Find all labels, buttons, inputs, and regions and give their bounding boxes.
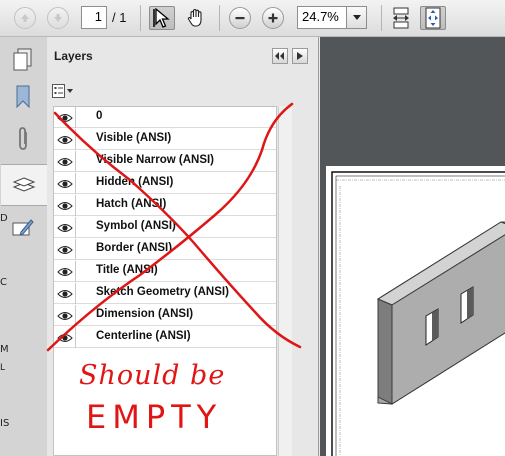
layers-list: 0 Visible (ANSI) Visible Narrow (ANSI) H… xyxy=(53,106,277,456)
layer-name: Centerline (ANSI) xyxy=(96,330,191,342)
zoom-in-button[interactable] xyxy=(262,6,284,30)
layer-name: Border (ANSI) xyxy=(96,242,173,254)
layer-row[interactable]: Centerline (ANSI) xyxy=(54,327,276,348)
layer-name: Hatch (ANSI) xyxy=(96,198,167,210)
edge-char: L xyxy=(0,363,6,373)
page-number-input[interactable]: 1 xyxy=(81,6,107,29)
next-page-button[interactable] xyxy=(47,6,69,30)
layer-name: Visible Narrow (ANSI) xyxy=(96,154,215,166)
separator xyxy=(381,5,382,31)
panel-title: Layers xyxy=(54,49,93,63)
hand-tool-button[interactable] xyxy=(183,6,209,30)
layer-row[interactable]: Visible (ANSI) xyxy=(54,129,276,150)
eye-icon[interactable] xyxy=(54,283,76,304)
layer-name: Hidden (ANSI) xyxy=(96,176,174,188)
layer-name: Visible (ANSI) xyxy=(96,132,172,144)
layer-name: Title (ANSI) xyxy=(96,264,158,276)
navigation-sidebar: D C M L IS xyxy=(0,37,48,456)
layer-name: Symbol (ANSI) xyxy=(96,220,176,232)
cad-drawing-image xyxy=(331,171,505,456)
layer-row[interactable]: Dimension (ANSI) xyxy=(54,305,276,326)
next-page-icon xyxy=(47,7,69,29)
arrow-right-icon xyxy=(297,52,303,60)
eye-icon[interactable] xyxy=(54,129,76,150)
double-arrow-left-icon xyxy=(275,52,284,60)
separator xyxy=(140,5,141,31)
zoom-input[interactable]: 24.7% xyxy=(297,6,347,29)
layer-row[interactable]: 0 xyxy=(54,107,276,128)
bookmarks-icon[interactable] xyxy=(8,82,38,112)
zoom-dropdown-button[interactable] xyxy=(347,6,367,29)
eye-icon[interactable] xyxy=(54,173,76,194)
layers-tab[interactable] xyxy=(1,164,47,206)
layer-row[interactable]: Title (ANSI) xyxy=(54,261,276,282)
layer-name: Sketch Geometry (ANSI) xyxy=(96,286,229,298)
layer-row[interactable]: Hatch (ANSI) xyxy=(54,195,276,216)
layer-row[interactable]: Visible Narrow (ANSI) xyxy=(54,151,276,172)
select-tool-icon xyxy=(153,8,170,28)
eye-icon[interactable] xyxy=(54,261,76,282)
chevron-down-icon xyxy=(352,14,361,20)
layers-icon xyxy=(9,170,39,200)
collapse-panel-button[interactable] xyxy=(272,48,288,64)
hand-tool-icon xyxy=(187,8,202,27)
scrollbar[interactable] xyxy=(278,106,292,456)
prev-page-button[interactable] xyxy=(14,6,36,30)
page-total: / 1 xyxy=(112,10,127,25)
layer-row[interactable]: Border (ANSI) xyxy=(54,239,276,260)
eye-icon[interactable] xyxy=(54,151,76,172)
fit-page-icon xyxy=(425,7,441,29)
pages-icon[interactable] xyxy=(8,45,38,75)
layers-panel: Layers 0 Visible (ANSI) Visible Narrow (… xyxy=(47,37,319,456)
document-view xyxy=(320,37,505,456)
attachments-icon[interactable] xyxy=(8,124,38,154)
select-tool-button[interactable] xyxy=(149,6,175,30)
eye-icon[interactable] xyxy=(54,107,76,128)
layer-name: Dimension (ANSI) xyxy=(96,308,194,320)
separator xyxy=(219,5,220,31)
layer-name: 0 xyxy=(96,110,103,122)
fit-width-button[interactable] xyxy=(388,6,414,30)
eye-icon[interactable] xyxy=(54,305,76,326)
eye-icon[interactable] xyxy=(54,239,76,260)
layer-row[interactable]: Sketch Geometry (ANSI) xyxy=(54,283,276,304)
drawing-page xyxy=(326,166,505,456)
layer-options-button[interactable] xyxy=(52,82,76,100)
layer-row[interactable]: Hidden (ANSI) xyxy=(54,173,276,194)
fit-width-icon xyxy=(393,7,409,29)
layer-row[interactable]: Symbol (ANSI) xyxy=(54,217,276,238)
zoom-out-button[interactable] xyxy=(229,6,251,30)
signatures-icon[interactable] xyxy=(8,213,38,243)
prev-page-icon xyxy=(14,7,36,29)
edge-char: M xyxy=(0,344,9,355)
panel-menu-button[interactable] xyxy=(292,48,308,64)
edge-char: IS xyxy=(0,418,10,429)
fit-page-button[interactable] xyxy=(420,6,446,30)
edge-char: C xyxy=(0,277,7,288)
eye-icon[interactable] xyxy=(54,217,76,238)
options-list-icon xyxy=(52,84,73,98)
eye-icon[interactable] xyxy=(54,327,76,348)
toolbar: 1 / 1 24.7% xyxy=(0,0,505,37)
edge-char: D xyxy=(0,213,8,224)
zoom-out-icon xyxy=(229,7,251,29)
zoom-in-icon xyxy=(262,7,284,29)
eye-icon[interactable] xyxy=(54,195,76,216)
